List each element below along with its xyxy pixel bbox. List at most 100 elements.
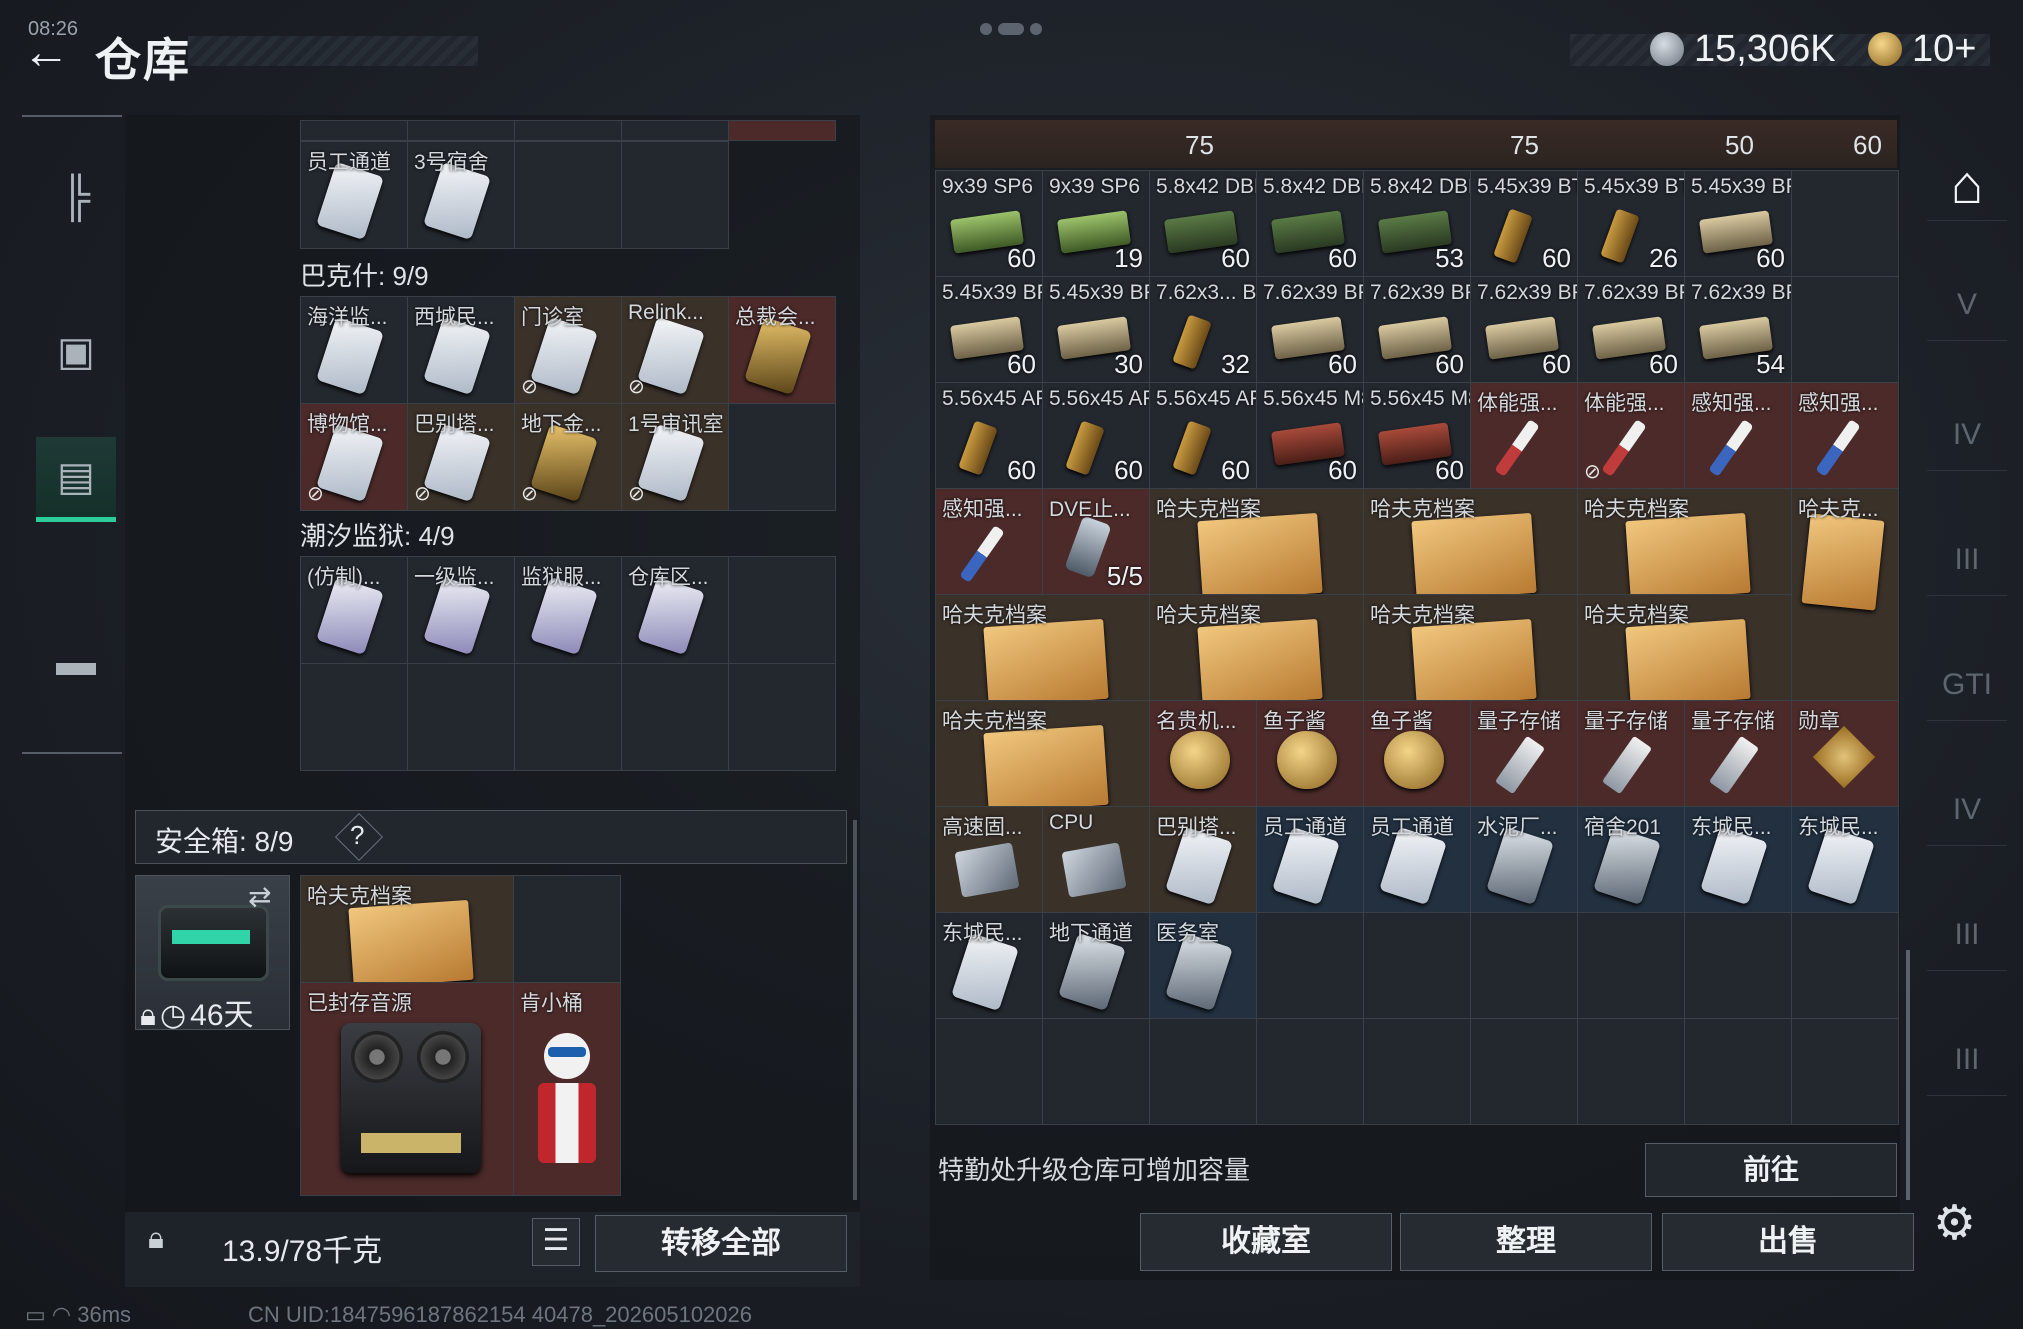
stash-item[interactable]: 勋章 [1792,701,1899,807]
empty-slot[interactable] [1792,171,1899,277]
swap-icon[interactable]: ⇄ [248,880,271,913]
stash-item[interactable]: 5.45x39 BT-ST 26 [1578,171,1685,277]
sell-button[interactable]: 出售 [1662,1213,1914,1271]
stash-item[interactable]: 哈夫克档案 [936,595,1150,701]
weapon-icon[interactable]: ╠ [36,157,116,237]
empty-slot[interactable] [1471,913,1578,1019]
item-keycard[interactable]: 海洋监... [301,297,408,404]
stash-item[interactable]: 7.62x39 BP 60 [1578,277,1685,383]
filter-gti[interactable]: GTI [1927,650,2007,721]
item-keycard[interactable]: 博物馆... ⊘ [301,404,408,511]
currency-value[interactable]: 15,306K [1694,28,1836,71]
stash-item[interactable]: 5.8x42 DBP10 60 [1150,171,1257,277]
empty-slot[interactable] [1364,913,1471,1019]
item-keycard[interactable]: 员工通道 [301,142,408,249]
item-haf-archive[interactable]: 哈夫克档案 [301,876,514,983]
stash-item[interactable]: DVE止... 5/5 [1043,489,1150,595]
stash-item[interactable]: 7.62x39 BP 60 [1257,277,1364,383]
stash-item[interactable]: 哈夫克档案 [1150,489,1364,595]
item-keycard[interactable]: Relink... ⊘ [622,297,729,404]
empty-slot[interactable] [515,664,622,771]
empty-slot[interactable] [1257,913,1364,1019]
empty-slot[interactable] [515,142,622,249]
filter-tier-iii-3[interactable]: III [1927,1025,2007,1096]
empty-slot[interactable] [1578,1019,1685,1125]
stash-item[interactable]: 5.56x45 APC 60 [1150,383,1257,489]
grid-cell[interactable] [301,121,408,141]
back-arrow-icon[interactable]: ← [22,28,72,78]
stash-item[interactable]: 哈夫克档案 [1364,595,1578,701]
item-kfc-bucket[interactable]: 肯小桶 [514,983,621,1196]
stash-item[interactable]: 医务室 [1150,913,1257,1019]
stash-item[interactable]: 感知强... [1685,383,1792,489]
left-scrollbar[interactable] [853,820,857,1200]
empty-slot[interactable] [1364,1019,1471,1125]
stash-item[interactable]: 员工通道 [1364,807,1471,913]
stash-item[interactable]: 5.45x39 BT-ST 60 [1471,171,1578,277]
stash-item[interactable]: 宿舍201 [1578,807,1685,913]
filter-tier-iv-2[interactable]: IV [1927,775,2007,846]
item-keycard[interactable]: 地下金... ⊘ [515,404,622,511]
filter-tier-iii[interactable]: III [1927,525,2007,596]
empty-slot[interactable] [1578,913,1685,1019]
stash-item[interactable]: 鱼子酱 [1364,701,1471,807]
stash-item[interactable]: 7.62x39 BP 54 [1685,277,1792,383]
empty-slot[interactable] [1685,1019,1792,1125]
filter-tier-v[interactable]: V [1927,270,2007,341]
stash-item[interactable]: 哈夫克档案 [936,701,1150,807]
stash-item[interactable]: 东城民... [936,913,1043,1019]
stash-item[interactable]: 员工通道 [1257,807,1364,913]
stash-item[interactable]: 名贵机... [1150,701,1257,807]
item-keycard[interactable]: 监狱服... [515,557,622,664]
stash-item[interactable]: 量子存储 [1471,701,1578,807]
filter-tier-iii-2[interactable]: III [1927,900,2007,971]
grid-cell[interactable] [408,121,515,141]
empty-slot[interactable] [622,664,729,771]
empty-slot[interactable] [1150,1019,1257,1125]
organize-button[interactable]: 整理 [1400,1213,1652,1271]
item-keycard[interactable]: 巴别塔... ⊘ [408,404,515,511]
storage-home-icon[interactable]: ⌂ [1927,150,2007,221]
stash-item[interactable]: 5.8x42 DBP10 60 [1257,171,1364,277]
stash-item[interactable]: 5.56x45 APC 60 [1043,383,1150,489]
right-scrollbar[interactable] [1906,950,1910,1200]
stash-item[interactable]: 高速固... [936,807,1043,913]
stash-item[interactable]: 感知强... [936,489,1043,595]
stash-item[interactable]: 地下通道 [1043,913,1150,1019]
item-keycard[interactable]: 西城民... [408,297,515,404]
stash-item[interactable]: 哈夫克档案 [1150,595,1364,701]
stash-item[interactable]: 量子存储 [1685,701,1792,807]
stash-item[interactable]: 5.45x39 BP 60 [936,277,1043,383]
stash-item[interactable]: 7.62x39 BP 60 [1364,277,1471,383]
item-keycard[interactable]: 仓库区... [622,557,729,664]
stash-item[interactable]: 水泥厂... [1471,807,1578,913]
item-keycard[interactable]: 1号审讯室 ⊘ [622,404,729,511]
empty-slot[interactable] [729,557,836,664]
gear-icon[interactable]: ⚙ [1933,1195,1976,1251]
collection-button[interactable]: 收藏室 [1140,1213,1392,1271]
stash-item[interactable]: 5.45x39 BP 60 [1685,171,1792,277]
empty-slot[interactable] [729,664,836,771]
stash-item[interactable]: 东城民... [1792,807,1899,913]
stash-item[interactable]: 7.62x39 BP 60 [1471,277,1578,383]
stash-item[interactable]: 哈夫克... [1792,489,1899,701]
stash-item[interactable]: 5.45x39 BP 30 [1043,277,1150,383]
item-keycard[interactable]: 一级监... [408,557,515,664]
item-keycard[interactable]: 总裁会... [729,297,836,404]
item-keycard[interactable]: 门诊室 ⊘ [515,297,622,404]
stash-item[interactable]: CPU [1043,807,1150,913]
item-keycard[interactable]: (仿制)... [301,557,408,664]
stash-item[interactable]: 5.56x45 M855A1 60 [1364,383,1471,489]
stash-item[interactable]: 9x39 SP6 19 [1043,171,1150,277]
stash-item[interactable]: 哈夫克档案 [1364,489,1578,595]
transfer-all-button[interactable]: 转移全部 [595,1215,847,1272]
list-icon[interactable]: ☰ [532,1218,580,1266]
item-keycard[interactable]: 3号宿舍 [408,142,515,249]
stash-item[interactable]: 5.8x42 DBP10 53 [1364,171,1471,277]
stash-item[interactable]: 东城民... [1685,807,1792,913]
empty-slot[interactable] [301,664,408,771]
empty-slot[interactable] [1685,913,1792,1019]
token-value[interactable]: 10+ [1912,28,1976,71]
stash-item[interactable]: 5.56x45 M855A1 60 [1257,383,1364,489]
stash-item[interactable]: 哈夫克档案 [1578,595,1792,701]
